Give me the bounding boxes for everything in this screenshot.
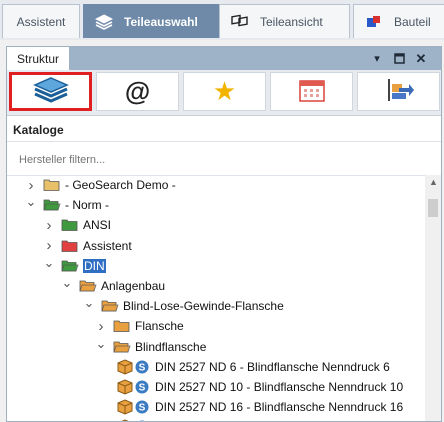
email-search-button[interactable]: @ [96, 72, 179, 111]
scroll-up-icon[interactable]: ▲ [429, 177, 438, 187]
manufacturer-filter-input[interactable] [17, 153, 401, 167]
tree-node-label: Blind-Lose-Gewinde-Flansche [123, 299, 284, 314]
tree-node[interactable]: S DIN 2527 ND 16 - Blindflansche Nenndruc… [117, 397, 403, 417]
panel-header: Struktur ▾ ✕ [7, 47, 441, 70]
tree-node[interactable]: › - GeoSearch Demo - [25, 175, 176, 195]
tree-node-label: - GeoSearch Demo - [65, 178, 176, 192]
svg-text:S: S [139, 362, 146, 373]
star-icon: ★ [212, 76, 237, 106]
tree-node[interactable]: ⌄ Blind-Lose-Gewinde-Flansche [83, 293, 284, 316]
tree-node-label: Flansche [135, 319, 184, 334]
chevron-down-icon[interactable]: ⌄ [43, 253, 55, 273]
catalog-button[interactable] [9, 72, 92, 111]
folder-icon [61, 239, 79, 253]
export-button[interactable] [357, 72, 440, 111]
maximize-icon[interactable] [391, 51, 407, 67]
catalog-toolbar: @ ★ [7, 70, 441, 116]
tree-node[interactable]: SDIN 2527 ND 25 - Blindflansche Nenndruc… [117, 417, 403, 421]
tree-node[interactable]: ⌄ DIN [43, 253, 106, 276]
tab-label: Teileauswahl [124, 14, 198, 29]
folder-icon [113, 319, 131, 333]
folder-open-icon [113, 340, 131, 354]
part-icon: S [117, 379, 151, 395]
tree-node-label: DIN 2527 ND 10 - Blindflansche Nenndruck… [155, 380, 404, 394]
folder-open-icon [43, 198, 61, 212]
catalog-tree: › - GeoSearch Demo - ⌄ - Norm - › ANSI › Assist… [7, 175, 423, 421]
tree-node-label: Blindflansche [135, 339, 207, 354]
section-title-kataloge: Kataloge [13, 123, 64, 137]
catalog-layers-icon [32, 75, 70, 108]
scroll-thumb[interactable] [428, 199, 438, 217]
folder-icon [61, 218, 79, 232]
close-icon[interactable]: ✕ [413, 51, 429, 67]
tab-bauteil[interactable]: Bauteil [353, 4, 444, 38]
panel-tab-struktur[interactable]: Struktur [7, 47, 70, 70]
chevron-right-icon[interactable]: › [43, 215, 55, 235]
tree-node-label: DIN 2527 ND 16 - Blindflansche Nenndruck… [155, 400, 404, 415]
tree-node[interactable]: › ANSI [43, 215, 112, 235]
folder-open-icon [61, 259, 79, 273]
tree-node-label: DIN 2527 ND 6 - Blindflansche Nenndruck … [155, 359, 390, 374]
tree-node[interactable]: ⌄ Blindflansche [95, 334, 207, 357]
main-tab-bar: Assistent Teileauswahl Teileansicht Baut… [0, 0, 444, 40]
svg-text:S: S [139, 403, 146, 414]
tree-node[interactable]: S DIN 2527 ND 6 - Blindflansche Nenndruck… [117, 357, 390, 377]
svg-text:S: S [139, 383, 146, 394]
tab-label: Bauteil [394, 14, 431, 29]
tree-node[interactable]: › Assistent [43, 236, 132, 256]
filter-row [7, 141, 441, 176]
part-icon: S [117, 359, 151, 375]
tree-node[interactable]: › Flansche [95, 316, 184, 336]
export-icon [383, 76, 415, 107]
tree-node-label: - Norm - [65, 198, 109, 213]
component-icon [364, 12, 384, 32]
chevron-down-icon[interactable]: ⌄ [25, 192, 37, 212]
tab-label: Assistent [16, 14, 66, 29]
calendar-icon [297, 77, 327, 106]
tree-node-label: DIN [83, 258, 106, 273]
layers-icon [94, 12, 114, 32]
chevron-down-icon[interactable]: ⌄ [95, 334, 107, 354]
tab-teileauswahl[interactable]: Teileauswahl [83, 4, 226, 38]
parts-view-icon [230, 12, 250, 32]
favorites-button[interactable]: ★ [183, 72, 266, 111]
at-sign-icon: @ [124, 76, 151, 106]
part-icon: S [117, 399, 151, 415]
tab-teileansicht[interactable]: Teileansicht [219, 4, 350, 38]
dropdown-arrow-icon[interactable]: ▾ [369, 51, 385, 67]
folder-icon [43, 178, 61, 192]
tab-label: Teileansicht [260, 14, 323, 29]
tree-node-label: ANSI [83, 218, 112, 233]
tree-node[interactable]: ⌄ Anlagenbau [61, 273, 166, 296]
folder-open-icon [101, 299, 119, 313]
tree-node[interactable]: S DIN 2527 ND 10 - Blindflansche Nenndruc… [117, 377, 403, 397]
folder-open-icon [79, 279, 97, 293]
tree-node[interactable]: ⌄ - Norm - [25, 192, 109, 215]
chevron-down-icon[interactable]: ⌄ [83, 293, 95, 313]
vertical-scrollbar[interactable]: ▲ [425, 175, 441, 421]
structure-panel: Struktur ▾ ✕ @ ★ Kataloge Hersteller fil… [6, 46, 442, 422]
tree-node-label: Anlagenbau [101, 279, 166, 293]
chevron-down-icon[interactable]: ⌄ [61, 273, 73, 293]
tab-assistent[interactable]: Assistent [2, 4, 80, 38]
history-button[interactable] [270, 72, 353, 111]
tree-node-label: Assistent [83, 238, 132, 253]
